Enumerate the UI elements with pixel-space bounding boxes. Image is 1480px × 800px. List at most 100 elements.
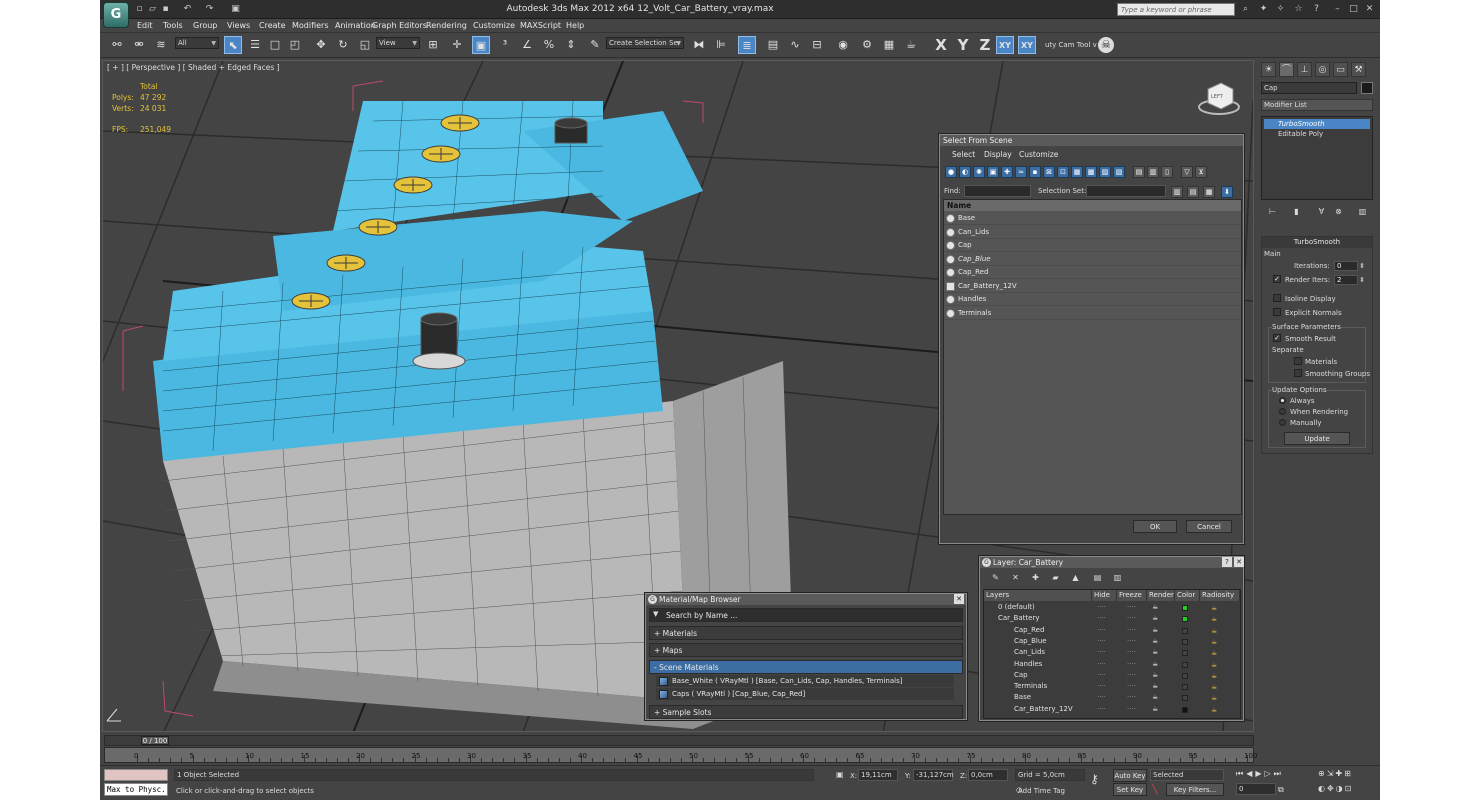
update-button[interactable]: Update	[1284, 432, 1350, 445]
display-none-icon[interactable]: ▤	[1133, 166, 1145, 178]
select-in-layer-icon[interactable]: ▰	[1050, 572, 1061, 583]
list-item[interactable]: Cap_Red	[944, 266, 1241, 279]
render-toggle[interactable]: ☕	[1152, 692, 1158, 703]
display-helpers-icon[interactable]: ✚	[1001, 166, 1013, 178]
axis-xy-button[interactable]: XY	[996, 36, 1014, 54]
freeze-toggle[interactable]: ····	[1127, 692, 1136, 703]
list-item[interactable]: Terminals	[944, 307, 1241, 320]
render-toggle[interactable]: ☕	[1152, 704, 1158, 715]
freeze-toggle[interactable]: ····	[1127, 636, 1136, 647]
layer-row[interactable]: Car_Battery_12V ···· ···· ☕ ☕	[984, 704, 1240, 715]
percent-snap-icon[interactable]: %	[540, 36, 558, 54]
menu-rendering[interactable]: Rendering	[426, 21, 467, 30]
radiosity-icon[interactable]: ☕	[1211, 705, 1217, 716]
layer-row[interactable]: Cap ···· ···· ☕ ☕	[984, 670, 1240, 681]
freeze-toggle[interactable]: ····	[1127, 659, 1136, 670]
dialog-title[interactable]: Material/Map Browser	[646, 594, 966, 605]
window-crossing-icon[interactable]: ◰	[286, 36, 304, 54]
column-layers[interactable]: Layers	[984, 590, 1092, 601]
viewport-nav-controls-top[interactable]: ⊕⇲✚⊞	[1318, 769, 1353, 778]
hide-toggle[interactable]: ····	[1097, 602, 1106, 613]
display-lights-icon[interactable]: ✺	[973, 166, 985, 178]
freeze-toggle[interactable]: ····	[1127, 625, 1136, 636]
stack-item-turbosmooth[interactable]: TurboSmooth	[1264, 119, 1370, 129]
list-item[interactable]: Can_Lids	[944, 226, 1241, 239]
sfs-menu-select[interactable]: Select	[952, 150, 975, 159]
layer-row[interactable]: Cap_Blue ···· ···· ☕ ☕	[984, 636, 1240, 647]
configure-sets-icon[interactable]: ▥	[1357, 206, 1368, 217]
menu-modifiers[interactable]: Modifiers	[292, 21, 329, 30]
close-icon[interactable]: ✕	[954, 594, 964, 604]
sfs-menu-customize[interactable]: Customize	[1019, 150, 1058, 159]
material-item[interactable]: Caps ( VRayMtl ) [Cap_Blue, Cap_Red]	[656, 688, 954, 700]
y-coordinate[interactable]: -31,127cm	[913, 769, 954, 781]
render-toggle[interactable]: ☕	[1152, 647, 1158, 658]
dialog-title[interactable]: Layer: Car_Battery	[980, 557, 1243, 568]
schematic-view-icon[interactable]: ⊟	[808, 36, 826, 54]
plugin-toolbar-label[interactable]: uty Cam Tool v	[1045, 41, 1097, 49]
smooth-result-checkbox[interactable]: ✓	[1273, 334, 1281, 342]
maxscript-listener-input[interactable]: Max to Physc.	[104, 783, 168, 796]
selection-lock-icon[interactable]: ▣	[836, 770, 846, 780]
display-frozen-icon[interactable]: ▩	[1085, 166, 1097, 178]
search-options-icon[interactable]: ▼	[653, 610, 658, 618]
maximize-icon[interactable]: □	[1348, 4, 1359, 15]
hide-toggle[interactable]: ····	[1097, 692, 1106, 703]
close-icon[interactable]: ✕	[1364, 4, 1375, 15]
timeline-ruler[interactable]: 0 5 10 15 20 25 30 35 40 45 50 55 60 65 70 75 80 85 90 95 10…	[104, 747, 1257, 763]
hide-toggle[interactable]: ····	[1097, 659, 1106, 670]
hide-toggle[interactable]: ····	[1097, 681, 1106, 692]
sfs-options-icon-2[interactable]: ▤	[1187, 186, 1199, 198]
modify-tab-icon[interactable]: ⌒	[1279, 62, 1294, 77]
key-mode-dropdown[interactable]: Selected	[1150, 769, 1224, 781]
layer-color-swatch[interactable]	[1182, 638, 1188, 645]
column-freeze[interactable]: Freeze	[1117, 590, 1147, 601]
make-unique-icon[interactable]: ∀	[1316, 206, 1327, 217]
display-invert-icon[interactable]: ▥	[1147, 166, 1159, 178]
hide-toggle[interactable]: ····	[1097, 625, 1106, 636]
sync-selection-icon[interactable]: ▯	[1161, 166, 1173, 178]
cancel-button[interactable]: Cancel	[1186, 520, 1232, 533]
help-icon[interactable]: ?	[1311, 4, 1322, 15]
menu-group[interactable]: Group	[193, 21, 217, 30]
display-cameras-icon[interactable]: ▣	[987, 166, 999, 178]
named-selection-set-dropdown[interactable]: Create Selection Se	[606, 37, 684, 49]
list-item[interactable]: Car_Battery_12V	[944, 280, 1241, 293]
viewport-nav-controls-bottom[interactable]: ◐✥◑⊡	[1318, 784, 1353, 793]
select-manipulate-icon[interactable]: ✛	[448, 36, 466, 54]
selection-set-dropdown[interactable]	[1086, 185, 1166, 197]
group-sample-slots[interactable]: + Sample Slots	[649, 705, 963, 719]
skull-plugin-icon[interactable]: ☠	[1098, 37, 1114, 53]
highlight-layer-icon[interactable]: ▲	[1070, 572, 1081, 583]
display-groups-icon[interactable]: ▪	[1029, 166, 1041, 178]
column-color[interactable]: Color	[1175, 590, 1200, 601]
set-key-button[interactable]: Set Key	[1113, 783, 1147, 796]
angle-snap-icon[interactable]: ∠	[518, 36, 536, 54]
layer-color-swatch[interactable]	[1182, 650, 1188, 657]
render-toggle[interactable]: ☕	[1152, 681, 1158, 692]
snaps-toggle-icon[interactable]: ³	[496, 36, 514, 54]
sfs-options-icon-4[interactable]: ⬇	[1221, 186, 1233, 198]
hide-toggle[interactable]: ····	[1097, 704, 1106, 715]
axis-xy-cycle-button[interactable]: XY	[1018, 36, 1036, 54]
sfs-options-icon-3[interactable]: ▦	[1203, 186, 1215, 198]
layer-row[interactable]: Terminals ···· ···· ☕ ☕	[984, 681, 1240, 692]
menu-customize[interactable]: Customize	[473, 21, 515, 30]
display-bones-icon[interactable]: ⊡	[1057, 166, 1069, 178]
mirror-icon[interactable]: ⧓	[690, 36, 708, 54]
hide-toggle[interactable]: ····	[1097, 636, 1106, 647]
curve-editor-icon[interactable]: ∿	[786, 36, 804, 54]
menu-create[interactable]: Create	[259, 21, 286, 30]
layer-row[interactable]: Handles ···· ···· ☕ ☕	[984, 659, 1240, 670]
column-radiosity[interactable]: Radiosity	[1200, 590, 1240, 601]
graphite-ribbon-icon[interactable]: ▤	[764, 36, 782, 54]
rendered-frame-window-icon[interactable]: ▦	[880, 36, 898, 54]
add-time-tag[interactable]: Add Time Tag	[1018, 787, 1065, 795]
display-hidden-icon[interactable]: ▨	[1099, 166, 1111, 178]
move-icon[interactable]: ✥	[312, 36, 330, 54]
render-production-icon[interactable]: ☕	[902, 36, 920, 54]
add-to-layer-icon[interactable]: ✚	[1030, 572, 1041, 583]
edit-named-selection-icon[interactable]: ✎	[586, 36, 604, 54]
display-geometry-icon[interactable]: ●	[945, 166, 957, 178]
freeze-toggle[interactable]: ····	[1127, 670, 1136, 681]
